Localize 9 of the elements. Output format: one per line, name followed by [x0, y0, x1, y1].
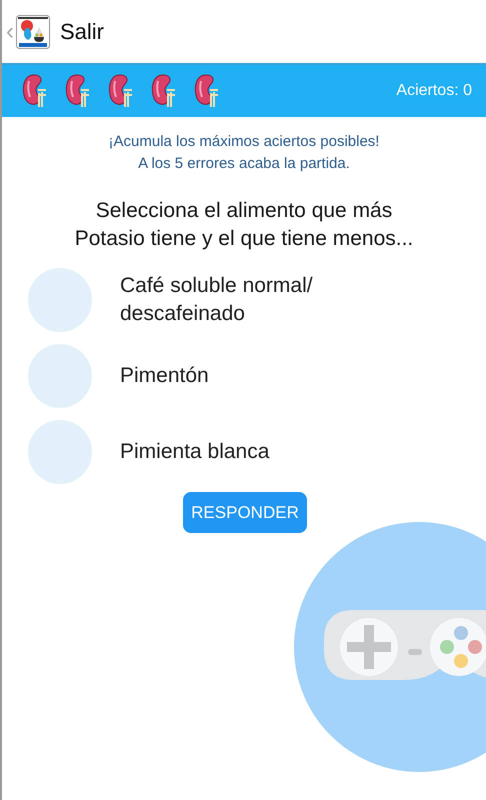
option-label[interactable]: Pimentón	[120, 362, 340, 390]
option-label[interactable]: Café soluble normal/ descafeinado	[120, 272, 340, 328]
score-label: Aciertos: 0	[396, 82, 472, 100]
option-label[interactable]: Pimienta blanca	[120, 438, 340, 466]
screen-title[interactable]: Salir	[60, 18, 104, 44]
instruction-text: ¡Acumula los máximos aciertos posibles!	[108, 132, 380, 152]
app-logo-icon	[16, 14, 50, 48]
instruction-text: A los 5 errores acaba la partida.	[137, 154, 351, 174]
question-text: Selecciona el alimento que más Potasio tiene y el que tiene menos...	[74, 198, 414, 252]
